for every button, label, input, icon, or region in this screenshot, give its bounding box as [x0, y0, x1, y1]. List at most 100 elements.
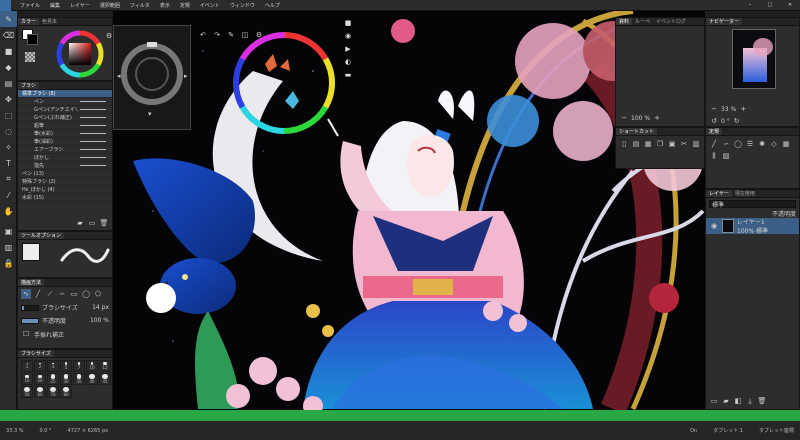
new-folder-icon[interactable]: ▰	[75, 218, 85, 228]
draw-line-icon[interactable]: ╱	[33, 289, 43, 299]
brush-item[interactable]: 指先	[18, 162, 112, 170]
cut-icon[interactable]: ✂	[679, 139, 689, 149]
tab-loupe[interactable]: ルーペ	[632, 18, 653, 25]
blend-mode-select[interactable]: 標準	[709, 200, 796, 209]
nav-zoom-in-icon[interactable]: +	[738, 104, 748, 114]
visibility-eye-icon[interactable]: ◉	[709, 221, 719, 231]
brush-size-preset[interactable]: 80	[60, 386, 72, 398]
layer-mask-icon[interactable]: ◧	[733, 396, 743, 406]
brush-item[interactable]: 鉛筆	[18, 122, 112, 130]
text-tool-icon[interactable]: T	[0, 155, 17, 171]
ruler-clear-icon[interactable]: ▨	[721, 151, 731, 161]
bucket-tool-icon[interactable]: ◆	[0, 59, 17, 75]
new-layer-folder-icon[interactable]: ▰	[721, 396, 731, 406]
tab-reference[interactable]: 資料	[616, 18, 633, 25]
menu-help[interactable]: ヘルプ	[260, 2, 285, 9]
draw-polyline-icon[interactable]: ⟋	[45, 289, 55, 299]
print-icon[interactable]: ▥	[691, 139, 701, 149]
ruler-perspective-icon[interactable]: ◇	[769, 139, 779, 149]
brush-size-preset[interactable]: 40	[86, 373, 98, 385]
open-icon[interactable]: ▤	[631, 139, 641, 149]
navigator-zoom[interactable]: 33 %	[721, 106, 736, 113]
brush-item[interactable]: Gペン(アンチエイリアス)	[18, 106, 112, 114]
copy-icon[interactable]: ❐	[655, 139, 665, 149]
brush-size-preset[interactable]: 45	[99, 373, 111, 385]
fill-shape-tool-icon[interactable]: ■	[0, 43, 17, 59]
bar-icon[interactable]: ▬	[342, 69, 354, 80]
circle-target-icon[interactable]: ◉	[342, 30, 354, 41]
brush-tip-preview[interactable]	[22, 243, 40, 261]
brush-size-preset[interactable]: 5	[60, 360, 72, 372]
move-tool-icon[interactable]: ✥	[0, 91, 17, 107]
brush-folder[interactable]: 特殊ブラシ (2)	[18, 178, 112, 186]
eraser-tool-icon[interactable]: ⌫	[0, 27, 17, 43]
brush-group[interactable]: 標準ブラシ (8)	[18, 90, 112, 98]
draw-curve-icon[interactable]: ∽	[57, 289, 67, 299]
brush-size-preset[interactable]: 35	[73, 373, 85, 385]
layer-row[interactable]: ◉ レイヤー1 100% 標準	[706, 218, 799, 235]
ruler-parallel-icon[interactable]: ☰	[745, 139, 755, 149]
menu-event[interactable]: イベント	[195, 2, 225, 9]
brush-size-preset[interactable]: 2	[34, 360, 46, 372]
brush-folder[interactable]: 水彩 (15)	[18, 194, 112, 202]
layer-mode-icon[interactable]: ▣	[0, 223, 17, 239]
undo-icon[interactable]: ↶	[197, 29, 209, 40]
menu-edit[interactable]: 編集	[45, 2, 65, 9]
brush-size-preset[interactable]: 7	[73, 360, 85, 372]
view-rotate-dial[interactable]: ◂ ▸ ▾	[114, 26, 192, 131]
hue-ring[interactable]	[230, 29, 338, 137]
close-button[interactable]: ✕	[780, 2, 800, 8]
tab-event-log[interactable]: イベントログ	[653, 18, 689, 25]
rotate-right-icon[interactable]: ↻	[732, 116, 742, 126]
ruler-symmetry-icon[interactable]: ⫼	[709, 151, 719, 161]
brush-size-preset[interactable]: 50	[21, 386, 33, 398]
new-layer-icon[interactable]: ▭	[709, 396, 719, 406]
rotate-left-icon[interactable]: ↺	[709, 116, 719, 126]
delete-layer-icon[interactable]: 🗑	[757, 396, 767, 406]
ellipse-icon[interactable]: ◐	[342, 56, 354, 67]
lasso-tool-icon[interactable]: ◌	[0, 123, 17, 139]
menu-window[interactable]: ウィンドウ	[225, 2, 260, 9]
brush-item[interactable]: 筆(油彩)	[18, 138, 112, 146]
menu-file[interactable]: ファイル	[15, 2, 45, 9]
zoom-in-icon[interactable]: +	[652, 113, 662, 123]
tab-color[interactable]: カラー	[18, 18, 40, 25]
maximize-button[interactable]: □	[760, 2, 780, 8]
tab-current[interactable]: 現在使用	[732, 190, 758, 197]
draw-ellipse-icon[interactable]: ◯	[81, 289, 91, 299]
delete-brush-icon[interactable]: 🗑	[99, 218, 109, 228]
navigator-thumbnail[interactable]	[732, 29, 776, 89]
menu-filter[interactable]: フィルタ	[125, 2, 155, 9]
select-tool-icon[interactable]: ⬚	[0, 107, 17, 123]
draw-polygon-icon[interactable]: ⬠	[93, 289, 103, 299]
opacity-value[interactable]: 100 %	[90, 317, 109, 324]
background-color-swatch[interactable]	[27, 34, 38, 45]
snap-icon[interactable]: ▥	[0, 239, 17, 255]
brush-size-preset[interactable]: 20	[34, 373, 46, 385]
ruler-curve-icon[interactable]: ∽	[721, 139, 731, 149]
gradient-tool-icon[interactable]: ▤	[0, 75, 17, 91]
brush-size-slider[interactable]	[21, 304, 39, 311]
merge-layer-icon[interactable]: ⤓	[745, 396, 755, 406]
opacity-slider[interactable]	[21, 317, 39, 324]
crop-tool-icon[interactable]: ⌗	[0, 171, 17, 187]
brush-size-preset[interactable]: 70	[47, 386, 59, 398]
save-icon[interactable]: ▦	[643, 139, 653, 149]
pen-tool-icon[interactable]: ✎	[0, 11, 17, 27]
brush-size-preset[interactable]: 12	[99, 360, 111, 372]
ruler-line-icon[interactable]: ╱	[709, 139, 719, 149]
brush-folder[interactable]: ペン (13)	[18, 170, 112, 178]
square-shape-icon[interactable]: ■	[342, 17, 354, 28]
brush-item[interactable]: 筆(水彩)	[18, 130, 112, 138]
stabilizer-checkbox[interactable]: ☐	[21, 329, 31, 339]
paste-icon[interactable]: ▣	[667, 139, 677, 149]
draw-freehand-icon[interactable]: ∿	[21, 289, 31, 299]
navigator-angle[interactable]: 0 °	[721, 118, 730, 125]
brush-size-preset[interactable]: 25	[47, 373, 59, 385]
ruler-radial-icon[interactable]: ✺	[757, 139, 767, 149]
brush-size-preset[interactable]: 30	[60, 373, 72, 385]
brush-size-preset[interactable]: 10	[86, 360, 98, 372]
brush-item[interactable]: ペン	[18, 98, 112, 106]
brush-folder[interactable]: Hs_ぼかし (4)	[18, 186, 112, 194]
color-wheel[interactable]	[55, 29, 105, 79]
